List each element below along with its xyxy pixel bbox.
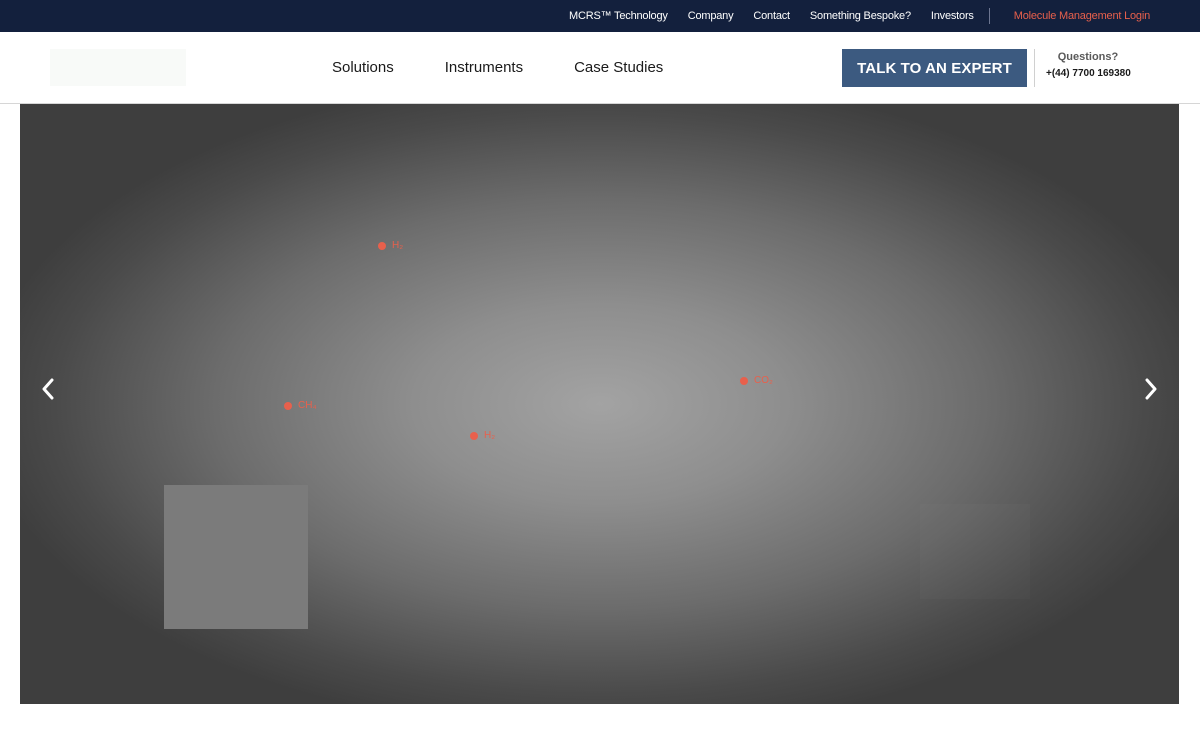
- hotspot-ch4[interactable]: CH₄: [284, 400, 317, 411]
- link-mcrs-technology[interactable]: MCRS™ Technology: [569, 10, 668, 22]
- contact-info: Questions? +(44) 7700 169380: [1046, 51, 1156, 79]
- hero-slider: H₂ CH₄ H₂ CO₂: [20, 104, 1179, 704]
- talk-to-expert-button[interactable]: TALK TO AN EXPERT: [842, 49, 1027, 87]
- utility-divider: [988, 8, 990, 24]
- hotspot-co2[interactable]: CO₂: [740, 375, 773, 386]
- link-company[interactable]: Company: [688, 10, 734, 22]
- hotspot-h2-2[interactable]: H₂: [470, 430, 495, 441]
- hero-image-card: [164, 485, 308, 629]
- chevron-left-icon[interactable]: [36, 374, 60, 404]
- link-something-bespoke[interactable]: Something Bespoke?: [810, 10, 911, 22]
- hotspot-dot: [470, 431, 478, 440]
- link-investors[interactable]: Investors: [931, 10, 974, 22]
- hotspot-h2-1[interactable]: H₂: [378, 240, 403, 251]
- link-molecule-management-login[interactable]: Molecule Management Login: [1014, 10, 1150, 22]
- questions-label: Questions?: [1057, 51, 1119, 63]
- header-divider: [1034, 49, 1035, 87]
- main-header: Solutions Instruments Case Studies TALK …: [0, 32, 1200, 104]
- hotspot-label: CH₄: [298, 400, 317, 411]
- nav-item-solutions[interactable]: Solutions: [332, 59, 394, 76]
- hero-faint-panel: [920, 504, 1030, 599]
- hotspot-dot: [378, 241, 386, 250]
- hotspot-label: H₂: [392, 240, 404, 251]
- main-nav: Solutions Instruments Case Studies: [332, 32, 663, 102]
- nav-item-case-studies[interactable]: Case Studies: [574, 59, 663, 76]
- hotspot-dot: [740, 376, 748, 385]
- hotspot-label: CO₂: [754, 375, 773, 386]
- chevron-right-icon[interactable]: [1139, 374, 1163, 404]
- link-contact[interactable]: Contact: [753, 10, 790, 22]
- hotspot-dot: [284, 401, 292, 410]
- nav-item-instruments[interactable]: Instruments: [445, 59, 523, 76]
- hotspot-label: H₂: [484, 430, 496, 441]
- top-utility-bar: MCRS™ Technology Company Contact Somethi…: [0, 0, 1200, 32]
- site-logo[interactable]: [50, 49, 186, 86]
- phone-number[interactable]: +(44) 7700 169380: [1046, 68, 1156, 79]
- utility-links: MCRS™ Technology Company Contact Somethi…: [569, 0, 1150, 32]
